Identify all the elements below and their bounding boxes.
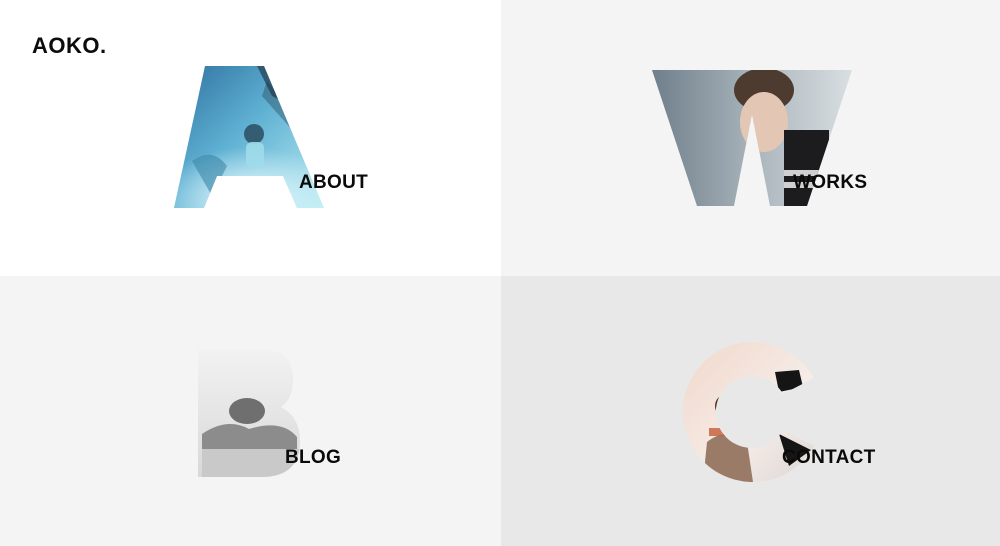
nav-tile-contact[interactable]: CONTACT: [501, 276, 1000, 546]
nav-tile-works[interactable]: WORKS: [501, 0, 1000, 276]
nav-label-blog[interactable]: BLOG: [285, 447, 341, 469]
menu-grid: AOKO. ABOUT WORKS BLOG CONTACT: [0, 0, 1000, 546]
nav-label-contact[interactable]: CONTACT: [782, 447, 876, 469]
nav-label-about[interactable]: ABOUT: [299, 172, 368, 194]
nav-tile-blog[interactable]: BLOG: [0, 276, 501, 546]
nav-tile-about[interactable]: AOKO. ABOUT: [0, 0, 501, 276]
site-logo[interactable]: AOKO.: [32, 33, 107, 59]
nav-label-works[interactable]: WORKS: [793, 172, 867, 194]
